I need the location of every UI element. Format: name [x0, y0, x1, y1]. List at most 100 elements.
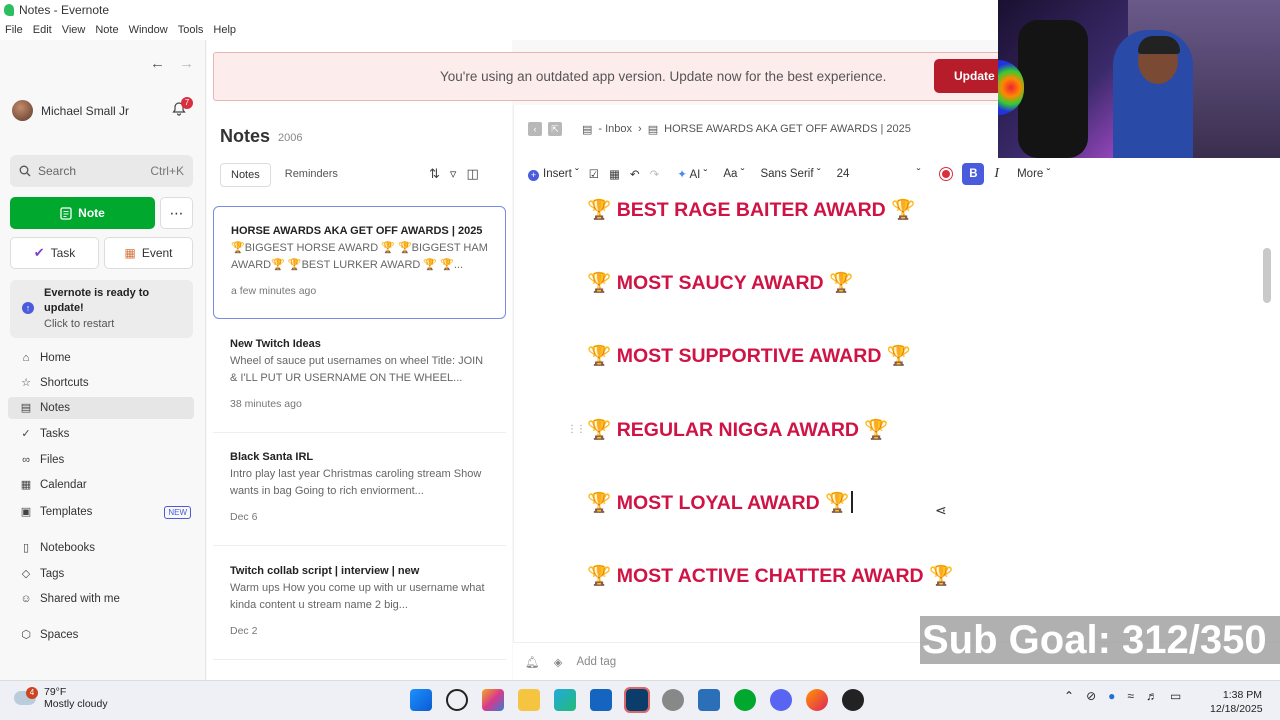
- text-color-icon[interactable]: [940, 168, 953, 180]
- note-line[interactable]: 🏆 BEST RAGE BAITER AWARD 🏆: [587, 198, 915, 222]
- note-list-tabs: Notes Reminders: [220, 163, 348, 187]
- search-input[interactable]: Search Ctrl+K: [10, 155, 193, 187]
- note-line[interactable]: 🏆 MOST SAUCY AWARD 🏆: [587, 271, 853, 295]
- chevron-up-icon[interactable]: ⌃: [1064, 689, 1074, 703]
- network-off-icon[interactable]: ⊘: [1086, 689, 1096, 703]
- tab-reminders[interactable]: Reminders: [275, 163, 348, 187]
- webcam-overlay: [998, 0, 1280, 158]
- notifications-button[interactable]: 7: [172, 97, 193, 116]
- copilot-icon[interactable]: [482, 689, 504, 711]
- note-card-snippet: 🏆BIGGEST HORSE AWARD 🏆 🏆BIGGEST HAM AWAR…: [231, 242, 488, 271]
- clock[interactable]: 1:38 PM 12/18/2025: [1210, 688, 1263, 716]
- microphone-icon[interactable]: ●: [1108, 689, 1115, 703]
- sidebar-item-home[interactable]: ⌂ Home: [8, 347, 194, 369]
- note-card[interactable]: Twitch collab script | interview | new W…: [213, 547, 506, 660]
- undo-icon[interactable]: ↶: [630, 167, 640, 181]
- menu-edit[interactable]: Edit: [33, 24, 52, 36]
- drag-handle-icon[interactable]: ⋮⋮: [567, 424, 586, 435]
- remote-desktop-icon[interactable]: [698, 689, 720, 711]
- windows-start-icon[interactable]: [410, 689, 432, 711]
- sort-icon[interactable]: ⇅: [429, 166, 440, 182]
- sidebar-item-spaces[interactable]: ⬡ Spaces: [8, 624, 194, 646]
- firefox-icon[interactable]: [806, 689, 828, 711]
- sidebar-item-templates[interactable]: ▣ Templates NEW: [8, 501, 194, 523]
- view-layout-icon[interactable]: ◫: [466, 166, 478, 182]
- sidebar-item-files[interactable]: ∞ Files: [8, 449, 194, 471]
- update-ready-card[interactable]: ↑ Evernote is ready to update! Click to …: [10, 280, 193, 338]
- chevron-down-icon[interactable]: ˇ: [917, 168, 921, 180]
- store-icon[interactable]: [590, 689, 612, 711]
- sidebar-item-label: Calendar: [40, 479, 87, 491]
- app-icon[interactable]: [624, 687, 650, 713]
- ai-button[interactable]: ✦ AI ˇ: [677, 167, 707, 181]
- note-card[interactable]: Black Santa IRL Intro play last year Chr…: [213, 433, 506, 546]
- font-dropdown[interactable]: Sans Serif ˇ: [760, 168, 820, 180]
- expand-icon[interactable]: ⇱: [548, 122, 562, 136]
- evernote-taskbar-icon[interactable]: [734, 689, 756, 711]
- filter-icon[interactable]: ▿: [450, 166, 457, 182]
- more-options-button[interactable]: ⋯: [160, 197, 193, 229]
- clock-date: 12/18/2025: [1210, 703, 1263, 715]
- wifi-icon[interactable]: ≈: [1127, 689, 1134, 703]
- note-line[interactable]: 🏆 REGULAR NIGGA AWARD 🏆: [587, 418, 889, 442]
- search-icon[interactable]: [446, 689, 468, 711]
- collapse-icon[interactable]: ‹: [528, 122, 542, 136]
- webcam-chair: [1018, 20, 1088, 158]
- notification-count-badge: 7: [181, 97, 193, 109]
- chatgpt-icon[interactable]: [842, 689, 864, 711]
- sidebar-item-shortcuts[interactable]: ☆ Shortcuts: [8, 372, 194, 394]
- settings-icon[interactable]: [662, 689, 684, 711]
- sidebar-item-label: Shortcuts: [40, 377, 89, 389]
- calendar-icon[interactable]: ▦: [609, 167, 620, 181]
- note-line[interactable]: 🏆 MOST SUPPORTIVE AWARD 🏆: [587, 344, 911, 368]
- edge-icon[interactable]: [554, 689, 576, 711]
- menu-file[interactable]: File: [5, 24, 23, 36]
- forward-arrow-icon[interactable]: →: [179, 55, 194, 72]
- sidebar-item-notes[interactable]: ▤ Notes: [8, 397, 194, 419]
- new-note-button[interactable]: Note: [10, 197, 155, 229]
- menu-view[interactable]: View: [62, 24, 86, 36]
- checklist-icon[interactable]: ☑: [589, 167, 599, 181]
- add-tag-input[interactable]: Add tag: [576, 656, 616, 668]
- battery-icon[interactable]: ▭: [1170, 689, 1181, 703]
- note-card-date: Dec 6: [230, 511, 258, 523]
- cloud-icon: 4: [14, 687, 38, 705]
- breadcrumb: ‹ ⇱ ▤ - Inbox › ▤ HORSE AWARDS AKA GET O…: [528, 122, 911, 136]
- speaker-icon[interactable]: ♬: [1146, 689, 1158, 703]
- italic-button[interactable]: I: [994, 166, 999, 182]
- bold-button[interactable]: B: [962, 163, 985, 185]
- insert-button[interactable]: + Insert ˇ: [528, 168, 579, 181]
- note-card[interactable]: HORSE AWARDS AKA GET OFF AWARDS | 2025 🏆…: [213, 206, 506, 319]
- note-line[interactable]: 🏆 MOST ACTIVE CHATTER AWARD 🏆: [587, 564, 953, 588]
- menu-window[interactable]: Window: [129, 24, 168, 36]
- new-task-label: Task: [50, 246, 76, 260]
- menu-tools[interactable]: Tools: [178, 24, 204, 36]
- discord-icon[interactable]: [770, 689, 792, 711]
- tag-plus-icon[interactable]: ◈: [554, 655, 563, 669]
- sidebar-item-calendar[interactable]: ▦ Calendar: [8, 474, 194, 496]
- menu-help[interactable]: Help: [213, 24, 236, 36]
- sidebar-item-notebooks[interactable]: ▯ Notebooks: [8, 537, 194, 559]
- note-card[interactable]: New Twitch Ideas Wheel of sauce put user…: [213, 320, 506, 433]
- text-style-dropdown[interactable]: Aa ˇ: [723, 168, 744, 180]
- redo-icon[interactable]: ↷: [650, 167, 660, 181]
- file-explorer-icon[interactable]: [518, 689, 540, 711]
- new-task-button[interactable]: ✔ Task: [10, 237, 99, 269]
- back-arrow-icon[interactable]: ←: [150, 55, 165, 72]
- reminder-bell-icon[interactable]: 🔔︎: [525, 655, 540, 669]
- note-line-active[interactable]: 🏆 MOST LOYAL AWARD 🏆: [587, 491, 853, 515]
- breadcrumb-notebook[interactable]: - Inbox: [598, 123, 632, 135]
- weather-widget[interactable]: 4 79°F Mostly cloudy: [14, 686, 108, 710]
- home-icon: ⌂: [22, 352, 30, 364]
- account-menu[interactable]: Michael Small Jr: [12, 100, 129, 121]
- editor-scrollbar[interactable]: [1263, 248, 1271, 303]
- font-size-dropdown[interactable]: 24: [837, 168, 907, 180]
- more-button[interactable]: More ˇ: [1017, 168, 1050, 180]
- menu-note[interactable]: Note: [95, 24, 118, 36]
- sidebar-item-tasks[interactable]: ✓ Tasks: [8, 423, 194, 445]
- tab-notes[interactable]: Notes: [220, 163, 271, 187]
- sidebar-item-shared[interactable]: ☺ Shared with me: [8, 588, 194, 610]
- sidebar-item-tags[interactable]: ◇ Tags: [8, 563, 194, 585]
- text-cursor-icon: ⋖: [935, 502, 947, 518]
- new-event-button[interactable]: ▦ Event: [104, 237, 193, 269]
